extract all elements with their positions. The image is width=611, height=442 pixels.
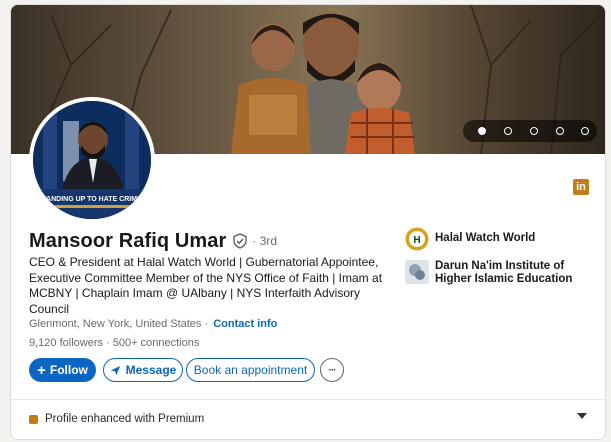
premium-label: Profile enhanced with Premium: [45, 413, 205, 425]
followers-count[interactable]: 9,120 followers: [29, 337, 103, 349]
message-label: Message: [125, 363, 177, 377]
follow-label: Follow: [49, 363, 88, 377]
more-dots-icon: ···: [328, 364, 337, 376]
linkedin-icon[interactable]: in: [573, 179, 589, 195]
connection-degree: · 3rd: [252, 234, 278, 248]
org-logo-letter: H: [413, 235, 420, 246]
appointment-label: Book an appointment: [193, 363, 308, 377]
plus-icon: +: [37, 361, 46, 379]
more-actions-button[interactable]: ···: [320, 358, 344, 382]
darun-naim-logo: [405, 260, 429, 284]
chevron-down-icon[interactable]: [577, 413, 587, 419]
stats-separator: ·: [103, 337, 113, 349]
verified-shield-icon[interactable]: [232, 233, 248, 249]
network-stats: 9,120 followers · 500+ connections: [29, 337, 199, 349]
contact-info-link[interactable]: Contact info: [213, 318, 277, 330]
org-current-employer[interactable]: H Halal Watch World: [405, 227, 535, 251]
premium-icon: [29, 414, 38, 424]
org-education[interactable]: Darun Na'im Institute of Higher Islamic …: [405, 260, 585, 286]
book-appointment-button[interactable]: Book an appointment: [186, 358, 315, 382]
carousel-dot-3[interactable]: [530, 127, 538, 135]
carousel-dot-1[interactable]: [478, 127, 486, 135]
org-name: Darun Na'im Institute of Higher Islamic …: [435, 260, 573, 285]
name-row: Mansoor Rafiq Umar · 3rd: [29, 229, 277, 253]
carousel-dot-2[interactable]: [504, 127, 512, 135]
follow-button[interactable]: + Follow: [29, 358, 96, 382]
connections-count[interactable]: 500+ connections: [113, 337, 200, 349]
carousel-dot-4[interactable]: [556, 127, 564, 135]
profile-headline: CEO & President at Halal Watch World | G…: [29, 255, 383, 316]
send-icon: [110, 365, 120, 375]
avatar-photo: STANDING UP TO HATE CRIMES: [33, 101, 151, 219]
profile-location: Glenmont, New York, United States: [29, 318, 202, 330]
message-button[interactable]: Message: [103, 358, 183, 382]
carousel-dot-5[interactable]: [581, 127, 589, 135]
halal-watch-world-logo: H: [405, 227, 429, 251]
banner-carousel-dots: [463, 120, 597, 142]
location-row: Glenmont, New York, United States · Cont…: [29, 318, 277, 330]
profile-card: STANDING UP TO HATE CRIMES in Mansoor Ra…: [10, 4, 606, 440]
premium-banner[interactable]: Profile enhanced with Premium: [29, 410, 589, 428]
org-name: Halal Watch World: [435, 232, 536, 244]
profile-name: Mansoor Rafiq Umar: [29, 229, 227, 252]
section-divider: [11, 399, 605, 400]
avatar-sign-text: STANDING UP TO HATE CRIMES: [38, 196, 147, 203]
profile-avatar[interactable]: STANDING UP TO HATE CRIMES: [29, 97, 155, 223]
location-separator: ·: [201, 318, 212, 330]
